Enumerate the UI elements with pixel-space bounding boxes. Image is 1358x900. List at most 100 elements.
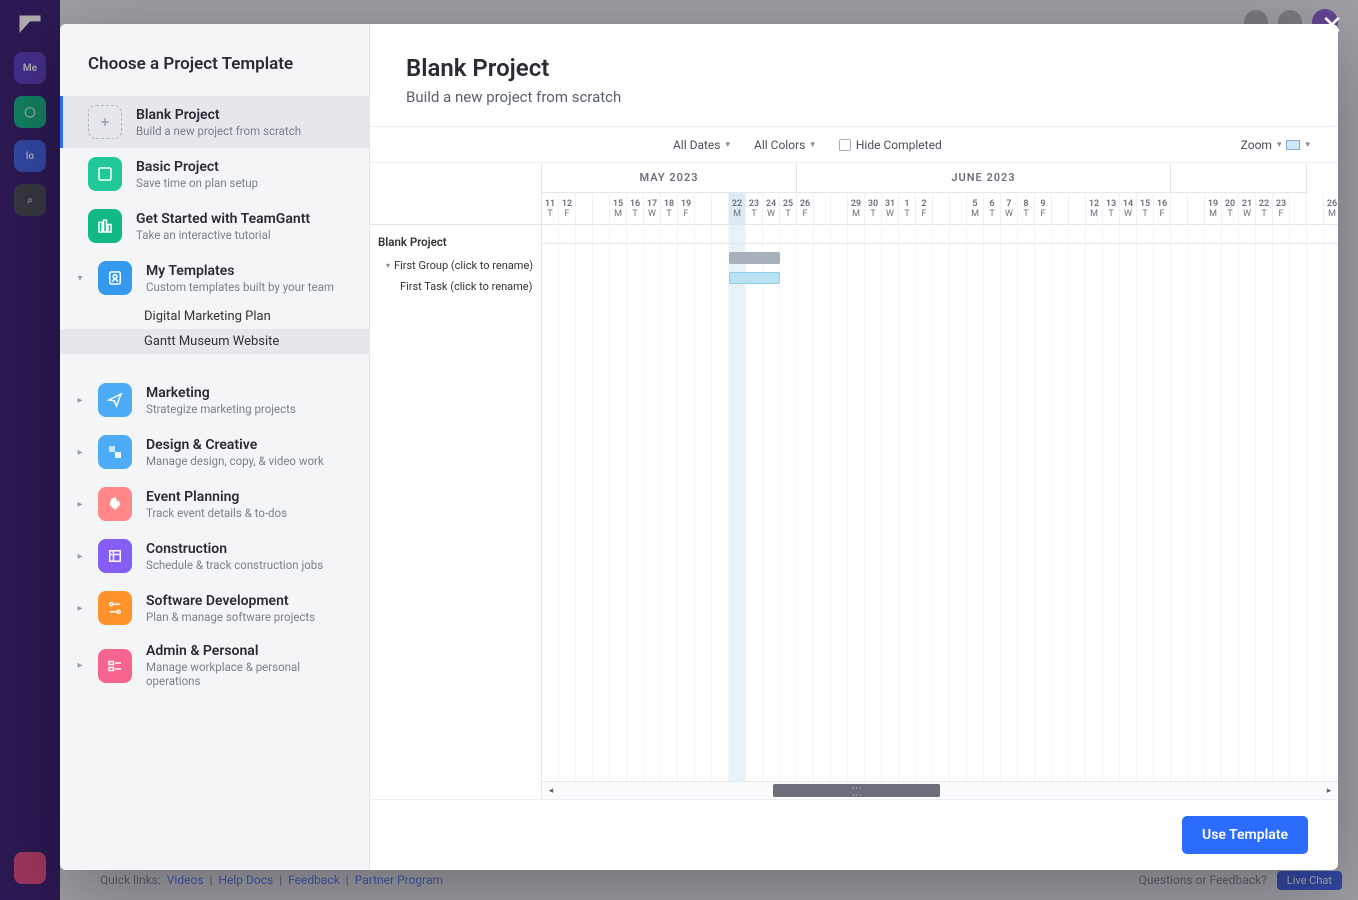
template-desc: Manage design, copy, & video work <box>146 454 357 468</box>
template-item-marketing[interactable]: ▸ MarketingStrategize marketing projects <box>60 374 369 426</box>
filter-dates[interactable]: All Dates▾ <box>661 138 742 152</box>
close-button[interactable]: ✕ <box>1316 10 1348 42</box>
use-template-button[interactable]: Use Template <box>1182 816 1308 854</box>
marketing-icon <box>98 383 132 417</box>
template-item-software[interactable]: ▸ Software DevelopmentPlan & manage softw… <box>60 582 369 634</box>
day-header: 31W <box>882 193 899 224</box>
month-header <box>1171 163 1307 193</box>
template-item-design[interactable]: ▸Design & CreativeManage design, copy, &… <box>60 426 369 478</box>
day-header: 17W <box>644 193 661 224</box>
expand-caret-icon: ▾ <box>74 273 86 284</box>
template-desc: Track event details & to-dos <box>146 506 357 520</box>
chevron-down-icon: ▾ <box>725 140 730 150</box>
template-name: Basic Project <box>136 159 357 175</box>
event-icon <box>98 487 132 521</box>
template-desc: Strategize marketing projects <box>146 402 357 416</box>
month-header: MAY 2023 <box>542 163 797 193</box>
template-preview-panel: Blank Project Build a new project from s… <box>370 24 1338 870</box>
design-icon <box>98 435 132 469</box>
template-item-blank[interactable]: Blank ProjectBuild a new project from sc… <box>60 96 369 148</box>
template-item-getstarted[interactable]: Get Started with TeamGanttTake an intera… <box>60 200 369 252</box>
my-template-child[interactable]: Gantt Museum Website <box>60 329 369 354</box>
template-name: Blank Project <box>136 107 357 123</box>
day-header: 1T <box>899 193 916 224</box>
day-header: 29M <box>848 193 865 224</box>
mytpl-icon <box>98 261 132 295</box>
my-template-child[interactable]: Digital Marketing Plan <box>60 304 369 329</box>
day-header: 11T <box>542 193 559 224</box>
day-header: 25T <box>780 193 797 224</box>
day-header <box>695 193 712 224</box>
day-header: 22M <box>729 193 746 224</box>
expand-caret-icon: ▸ <box>74 499 86 510</box>
day-header: 8T <box>1018 193 1035 224</box>
template-left-panel: Choose a Project Template Blank ProjectB… <box>60 24 370 870</box>
task-bar[interactable] <box>729 272 780 284</box>
template-desc: Plan & manage software projects <box>146 610 357 624</box>
day-header: 21W <box>1239 193 1256 224</box>
scroll-thumb[interactable] <box>773 784 940 797</box>
chevron-down-icon: ▾ <box>810 140 815 150</box>
group-row[interactable]: ▾First Group (click to rename) <box>370 255 541 276</box>
group-bar[interactable] <box>729 252 780 264</box>
task-row[interactable]: First Task (click to rename) <box>370 276 541 297</box>
day-header: 16F <box>1154 193 1171 224</box>
day-header: 26M <box>1324 193 1338 224</box>
template-desc: Take an interactive tutorial <box>136 228 357 242</box>
chart-area[interactable] <box>542 225 1338 781</box>
day-header: 9F <box>1035 193 1052 224</box>
day-header <box>814 193 831 224</box>
day-header: 30T <box>865 193 882 224</box>
day-header <box>1052 193 1069 224</box>
day-header: 15T <box>1137 193 1154 224</box>
template-desc: Save time on plan setup <box>136 176 357 190</box>
hide-completed-toggle[interactable]: Hide Completed <box>827 138 954 152</box>
template-item-event[interactable]: ▸ Event PlanningTrack event details & to-… <box>60 478 369 530</box>
day-header: 6T <box>984 193 1001 224</box>
project-name-row: Blank Project <box>370 225 541 255</box>
template-desc: Manage workplace & personal operations <box>146 660 357 688</box>
template-name: Event Planning <box>146 489 357 505</box>
template-name: Design & Creative <box>146 437 357 453</box>
construction-icon <box>98 539 132 573</box>
collapse-icon: ▾ <box>386 261 390 270</box>
month-header: JUNE 2023 <box>797 163 1171 193</box>
template-desc: Build a new project from scratch <box>136 124 357 138</box>
filter-colors[interactable]: All Colors▾ <box>742 138 827 152</box>
day-header: 19F <box>678 193 695 224</box>
day-header <box>1171 193 1188 224</box>
modal-title: Choose a Project Template <box>60 24 369 96</box>
day-header <box>831 193 848 224</box>
scroll-right-icon[interactable]: ▸ <box>1320 782 1338 799</box>
day-header: 5M <box>967 193 984 224</box>
template-desc: Custom templates built by your team <box>146 280 357 294</box>
scroll-left-icon[interactable]: ◂ <box>542 782 560 799</box>
expand-caret-icon: ▸ <box>74 395 86 406</box>
day-header: 12M <box>1086 193 1103 224</box>
day-header: 24W <box>763 193 780 224</box>
day-header: 14W <box>1120 193 1137 224</box>
day-header <box>576 193 593 224</box>
preview-title: Blank Project <box>406 54 1302 82</box>
chevron-down-icon: ▾ <box>1305 140 1310 150</box>
zoom-control[interactable]: Zoom▾▾ <box>1229 138 1322 152</box>
day-header: 20T <box>1222 193 1239 224</box>
chevron-down-icon: ▾ <box>1277 140 1282 150</box>
template-item-admin[interactable]: ▸Admin & PersonalManage workplace & pers… <box>60 634 369 697</box>
day-header <box>593 193 610 224</box>
day-header <box>933 193 950 224</box>
day-header <box>1307 193 1324 224</box>
expand-caret-icon: ▸ <box>74 603 86 614</box>
horizontal-scrollbar[interactable]: ◂ ▸ <box>542 781 1338 799</box>
day-header: 18T <box>661 193 678 224</box>
day-header <box>1188 193 1205 224</box>
template-name: My Templates <box>146 263 357 279</box>
software-icon <box>98 591 132 625</box>
template-item-construction[interactable]: ▸ConstructionSchedule & track constructi… <box>60 530 369 582</box>
day-header: 16T <box>627 193 644 224</box>
template-item-mytpl[interactable]: ▾ My TemplatesCustom templates built by y… <box>60 252 369 304</box>
template-item-basic[interactable]: Basic ProjectSave time on plan setup <box>60 148 369 200</box>
template-name: Marketing <box>146 385 357 401</box>
template-list: Blank ProjectBuild a new project from sc… <box>60 96 369 870</box>
template-name: Software Development <box>146 593 357 609</box>
